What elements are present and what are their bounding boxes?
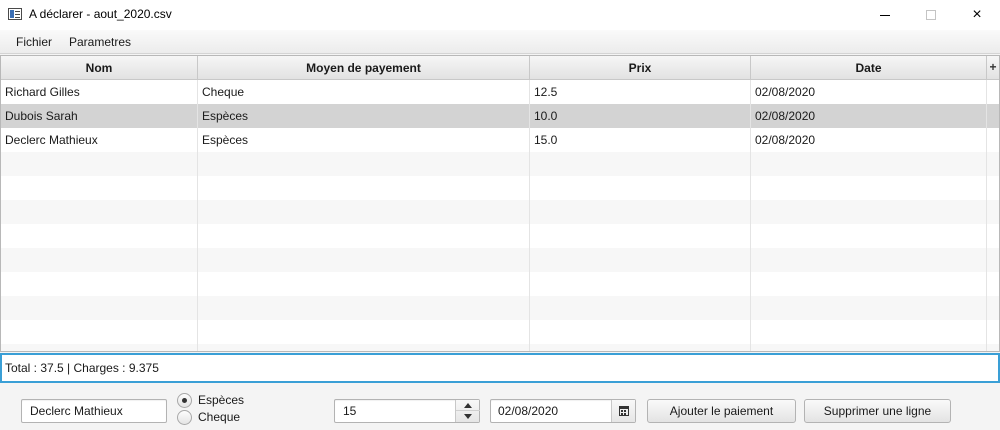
cell-nom: Declerc Mathieux: [1, 128, 198, 152]
empty-row: [1, 176, 999, 200]
price-value: 15: [343, 404, 357, 418]
close-icon: ×: [972, 6, 982, 23]
cell-prix: 10.0: [530, 104, 751, 128]
cell-nom: Richard Gilles: [1, 80, 198, 104]
maximize-button[interactable]: [908, 0, 954, 30]
column-header-moyen[interactable]: Moyen de payement: [198, 56, 530, 80]
radio-selected-icon: [177, 393, 192, 408]
cell-date: 02/08/2020: [751, 104, 987, 128]
increment-arrow-icon[interactable]: [464, 403, 472, 408]
radio-especes[interactable]: Espèces: [177, 392, 257, 408]
calendar-button[interactable]: [611, 400, 635, 422]
summary-field[interactable]: Total : 37.5 | Charges : 9.375: [0, 353, 1000, 383]
column-menu-button[interactable]: +: [987, 56, 999, 80]
cell-prix: 12.5: [530, 80, 751, 104]
column-header-date[interactable]: Date: [751, 56, 987, 80]
empty-row: [1, 224, 999, 248]
cell-date: 02/08/2020: [751, 128, 987, 152]
price-spinner[interactable]: 15: [334, 399, 480, 423]
cell-moyen: Espèces: [198, 128, 530, 152]
empty-row: [1, 152, 999, 176]
column-header-nom[interactable]: Nom: [1, 56, 198, 80]
date-picker[interactable]: 02/08/2020: [490, 399, 636, 423]
summary-text: Total : 37.5 | Charges : 9.375: [5, 361, 159, 375]
radio-unselected-icon: [177, 410, 192, 425]
name-input[interactable]: Declerc Mathieux: [21, 399, 167, 423]
delete-row-button[interactable]: Supprimer une ligne: [804, 399, 951, 423]
app-window: A déclarer - aout_2020.csv × Fichier Par…: [0, 0, 1000, 430]
radio-cheque-label: Cheque: [198, 410, 241, 424]
menu-parametres[interactable]: Parametres: [69, 35, 131, 49]
cell-moyen: Cheque: [198, 80, 530, 104]
add-payment-button[interactable]: Ajouter le paiement: [647, 399, 796, 423]
menu-bar: Fichier Parametres: [0, 30, 1000, 54]
table-row[interactable]: Richard Gilles Cheque 12.5 02/08/2020: [1, 80, 999, 104]
cell-moyen: Espèces: [198, 104, 530, 128]
empty-row: [1, 248, 999, 272]
app-icon: [8, 8, 22, 20]
cell-prix: 15.0: [530, 128, 751, 152]
cell-nom: Dubois Sarah: [1, 104, 198, 128]
table-row-selected[interactable]: Dubois Sarah Espèces 10.0 02/08/2020: [1, 104, 999, 128]
empty-row: [1, 272, 999, 296]
radio-cheque[interactable]: Cheque: [177, 409, 257, 425]
decrement-arrow-icon[interactable]: [464, 414, 472, 419]
title-bar: A déclarer - aout_2020.csv ×: [0, 0, 1000, 30]
spinner-buttons[interactable]: [455, 400, 480, 422]
empty-row: [1, 320, 999, 344]
empty-row: [1, 296, 999, 320]
empty-row: [1, 200, 999, 224]
window-title: A déclarer - aout_2020.csv: [29, 7, 172, 21]
date-value: 02/08/2020: [498, 404, 559, 418]
menu-fichier[interactable]: Fichier: [16, 35, 52, 49]
entry-form: Declerc Mathieux Espèces Cheque 15 02/08…: [0, 386, 1000, 430]
table-row[interactable]: Declerc Mathieux Espèces 15.0 02/08/2020: [1, 128, 999, 152]
empty-row: [1, 344, 999, 351]
table-header: Nom Moyen de payement Prix Date +: [1, 56, 999, 80]
maximize-icon: [926, 10, 936, 20]
payments-table[interactable]: Nom Moyen de payement Prix Date + Richar…: [0, 55, 1000, 352]
minimize-icon: [880, 14, 890, 16]
cell-date: 02/08/2020: [751, 80, 987, 104]
calendar-icon: [619, 406, 629, 416]
column-header-prix[interactable]: Prix: [530, 56, 751, 80]
close-button[interactable]: ×: [954, 0, 1000, 30]
minimize-button[interactable]: [862, 0, 908, 30]
radio-especes-label: Espèces: [198, 393, 245, 407]
